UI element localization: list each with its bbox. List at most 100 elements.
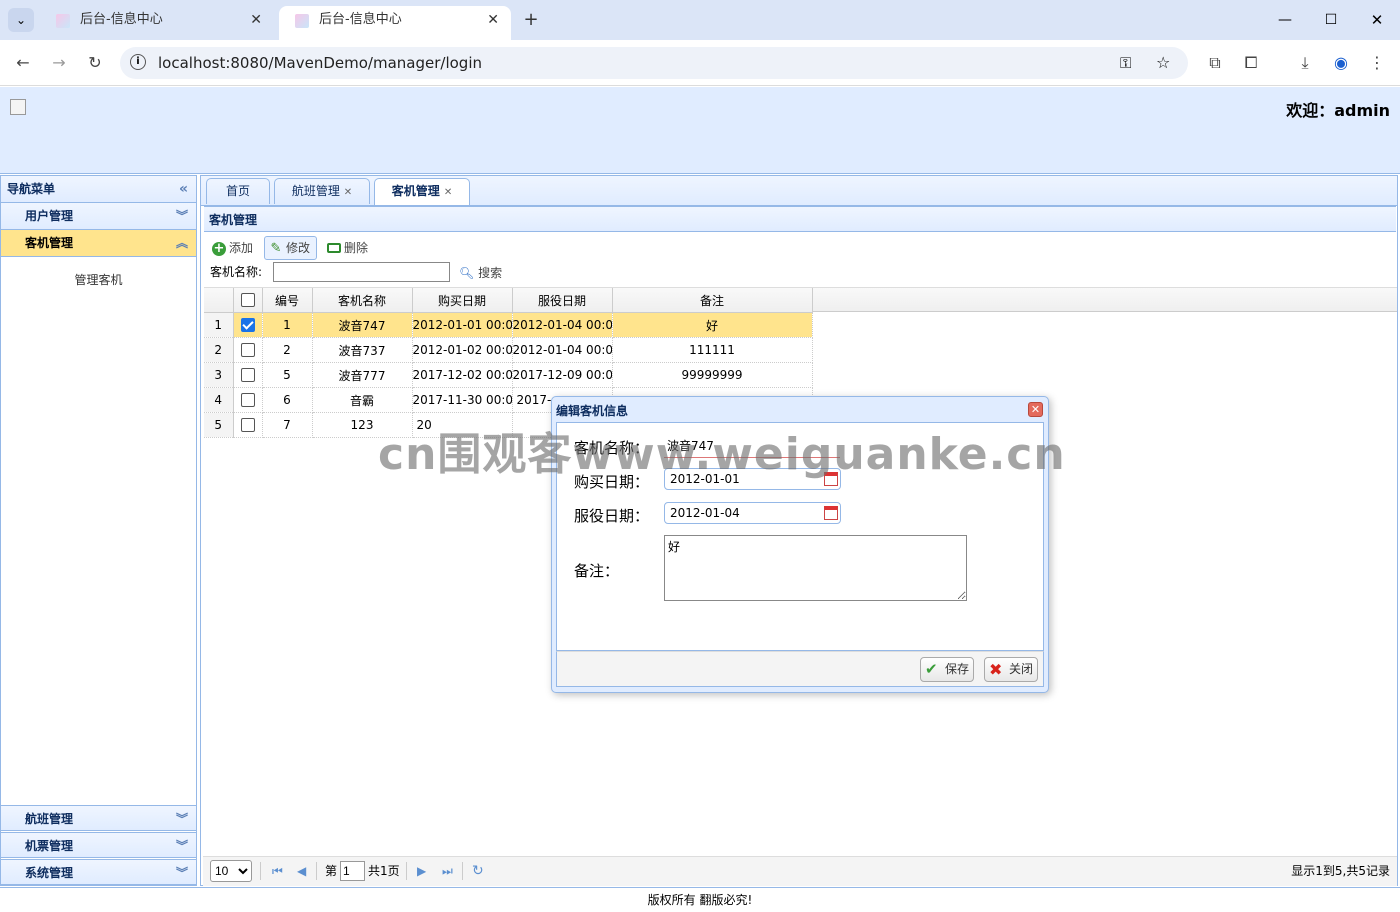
- pager-summary: 显示1到5,共5记录: [1291, 864, 1390, 878]
- calendar-icon[interactable]: [824, 506, 838, 520]
- panel-title: 客机管理: [204, 206, 1396, 232]
- chevron-double-down-icon: ︾: [175, 209, 188, 223]
- nav-section-flight[interactable]: 航班管理 ︾: [1, 805, 196, 831]
- previous-page-icon[interactable]: ◀: [297, 862, 306, 880]
- search-label: 客机名称:: [210, 265, 263, 279]
- select-all-checkbox-cell[interactable]: [233, 288, 263, 313]
- tab-aircraft-management[interactable]: 客机管理 ✕: [374, 178, 470, 205]
- row-checkbox-cell[interactable]: [233, 387, 263, 413]
- page-size-select[interactable]: 10: [210, 860, 252, 882]
- nav-panel-header: 导航菜单 «: [1, 176, 196, 203]
- select-all-checkbox[interactable]: [240, 293, 255, 308]
- pager-separator: [316, 862, 317, 880]
- note-label: 备注：: [574, 562, 620, 580]
- collapse-left-icon[interactable]: «: [179, 176, 188, 202]
- close-button[interactable]: ✖ 关闭: [984, 657, 1038, 682]
- column-header-id[interactable]: 编号: [262, 288, 313, 313]
- row-checkbox[interactable]: [240, 343, 255, 358]
- bookmark-star-icon[interactable]: ☆: [1156, 47, 1170, 79]
- red-x-icon: ✖: [989, 660, 1003, 679]
- row-checkbox[interactable]: [240, 318, 255, 333]
- column-header-service-date[interactable]: 服役日期: [512, 288, 613, 313]
- chevron-double-down-icon: ︾: [175, 866, 188, 880]
- row-number: 1: [204, 312, 234, 338]
- chevron-double-up-icon: ︽: [175, 236, 188, 250]
- note-textarea[interactable]: 好: [664, 535, 967, 601]
- delete-button[interactable]: 删除: [322, 236, 375, 260]
- nav-panel: 导航菜单 « 用户管理 ︾ 客机管理 ︽ 管理客机: [0, 175, 197, 886]
- row-number: 3: [204, 362, 234, 388]
- cell-note: 111111: [612, 337, 813, 363]
- screenshot-icon[interactable]: ⧉: [1202, 50, 1228, 76]
- close-tab-icon[interactable]: ✕: [444, 187, 452, 198]
- search-button[interactable]: 🔍︎ 搜索: [459, 265, 502, 281]
- row-checkbox[interactable]: [240, 368, 255, 383]
- cell-name: 波音747: [312, 312, 413, 338]
- favicon-icon: [295, 14, 309, 28]
- grid-header-row: 编号 客机名称 购买日期 服役日期 备注: [204, 288, 813, 313]
- row-number-header: [204, 288, 234, 313]
- password-key-icon[interactable]: ⚿: [1120, 47, 1131, 79]
- aircraft-name-search-input[interactable]: [273, 262, 450, 282]
- page-number-input[interactable]: [340, 861, 365, 881]
- nav-section-system[interactable]: 系统管理 ︾: [1, 859, 196, 885]
- service-date-input[interactable]: 2012-01-04: [664, 502, 841, 524]
- row-number: 4: [204, 387, 234, 413]
- table-row[interactable]: 1 1 波音747 2012-01-01 00:0 2012-01-04 00:…: [204, 312, 813, 338]
- cell-buy-date: 2012-01-02 00:0: [412, 337, 513, 363]
- tab-home[interactable]: 首页: [206, 178, 270, 204]
- row-checkbox-cell[interactable]: [233, 337, 263, 363]
- page-prefix: 第: [325, 864, 338, 878]
- address-bar[interactable]: i localhost:8080/MavenDemo/manager/login…: [120, 47, 1188, 79]
- row-checkbox[interactable]: [240, 418, 255, 433]
- column-header-buy-date[interactable]: 购买日期: [412, 288, 513, 313]
- welcome-text: 欢迎：admin: [1286, 101, 1390, 120]
- forward-icon[interactable]: →: [46, 50, 72, 76]
- extensions-icon[interactable]: ⧠: [1238, 50, 1264, 76]
- back-icon[interactable]: ←: [10, 50, 36, 76]
- close-tab-icon[interactable]: ✕: [250, 6, 262, 34]
- last-page-icon[interactable]: ⏭: [442, 862, 453, 880]
- minus-icon: [327, 242, 341, 253]
- tab-flight-management[interactable]: 航班管理 ✕: [274, 178, 370, 204]
- refresh-icon[interactable]: ↻: [472, 862, 484, 880]
- add-button[interactable]: + 添加: [207, 236, 260, 260]
- table-row[interactable]: 2 2 波音737 2012-01-02 00:0 2012-01-04 00:…: [204, 337, 813, 363]
- column-header-note[interactable]: 备注: [612, 288, 813, 313]
- edit-button[interactable]: ✎ 修改: [264, 236, 318, 260]
- download-icon[interactable]: ⤓: [1292, 50, 1318, 76]
- window-close-button[interactable]: ✕: [1362, 8, 1392, 32]
- nav-section-ticket[interactable]: 机票管理 ︾: [1, 832, 196, 858]
- profile-icon[interactable]: ◉: [1328, 50, 1354, 76]
- broken-logo-image-icon: [10, 99, 26, 115]
- next-page-icon[interactable]: ▶: [417, 862, 426, 880]
- nav-section-user[interactable]: 用户管理 ︾: [1, 203, 196, 230]
- menu-kebab-icon[interactable]: ⋮: [1364, 50, 1390, 76]
- row-checkbox[interactable]: [240, 393, 255, 408]
- row-checkbox-cell[interactable]: [233, 362, 263, 388]
- cell-note: 99999999: [612, 362, 813, 388]
- browser-tab-2[interactable]: 后台-信息中心 ✕: [279, 6, 511, 40]
- cell-id: 2: [262, 337, 313, 363]
- browser-tab-1[interactable]: 后台-信息中心 ✕: [40, 6, 274, 40]
- first-page-icon[interactable]: ⏮: [272, 862, 283, 880]
- nav-section-aircraft[interactable]: 客机管理 ︽: [1, 230, 196, 257]
- table-row[interactable]: 3 5 波音777 2017-12-02 00:0 2017-12-09 00:…: [204, 362, 813, 388]
- dialog-close-icon[interactable]: ✕: [1028, 402, 1043, 417]
- site-info-icon[interactable]: i: [130, 54, 146, 70]
- reload-icon[interactable]: ↻: [82, 50, 108, 76]
- row-checkbox-cell[interactable]: [233, 412, 263, 438]
- tab-search-button[interactable]: ⌄: [8, 8, 34, 32]
- save-button[interactable]: ✔ 保存: [920, 657, 974, 682]
- minimize-button[interactable]: —: [1270, 8, 1300, 32]
- nav-item-manage-aircraft[interactable]: 管理客机: [1, 271, 196, 288]
- copyright-footer: 版权所有 翻版必究!: [0, 887, 1400, 912]
- close-tab-icon[interactable]: ✕: [344, 187, 352, 198]
- row-number: 2: [204, 337, 234, 363]
- column-header-name[interactable]: 客机名称: [312, 288, 413, 313]
- row-checkbox-cell[interactable]: [233, 312, 263, 338]
- cell-id: 6: [262, 387, 313, 413]
- close-tab-icon[interactable]: ✕: [487, 6, 499, 34]
- new-tab-button[interactable]: +: [518, 8, 544, 32]
- maximize-button[interactable]: ☐: [1316, 8, 1346, 32]
